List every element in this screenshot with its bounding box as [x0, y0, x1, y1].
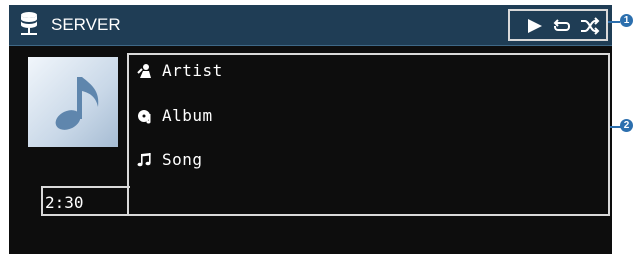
source-label: SERVER: [51, 15, 121, 34]
song-icon: [137, 152, 153, 168]
album-name: Album: [162, 106, 213, 125]
callout-1-leader: [608, 21, 620, 23]
repeat-icon: [552, 17, 572, 39]
artist-name: Artist: [162, 61, 223, 80]
song-title: Song: [162, 150, 203, 169]
now-playing-screen: SERVER Artist Album Song 2:30: [9, 5, 612, 254]
album-icon: [137, 108, 153, 124]
callout-2-badge: 2: [620, 119, 633, 132]
playback-status-indicators: [508, 9, 608, 41]
music-note-icon: [28, 77, 118, 151]
shuffle-icon: [580, 17, 600, 39]
server-icon: [16, 11, 42, 43]
artist-row: Artist: [137, 59, 223, 83]
header-bar: SERVER: [9, 5, 612, 46]
play-icon: [526, 17, 544, 39]
elapsed-time: 2:30: [45, 193, 84, 212]
album-row: Album: [137, 104, 213, 128]
callout-1-badge: 1: [620, 14, 633, 27]
album-art: [28, 57, 118, 147]
artist-icon: [137, 63, 153, 79]
song-row: Song: [137, 148, 203, 172]
